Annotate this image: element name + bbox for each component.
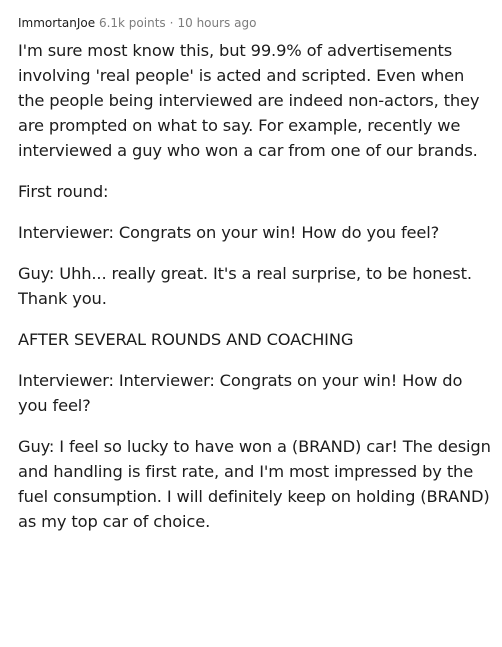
timestamp[interactable]: 10 hours ago bbox=[177, 16, 256, 30]
points-count: 6.1k points bbox=[98, 16, 166, 30]
comment: ImmortanJoe 6.1k points · 10 hours ago I'm… bbox=[0, 0, 502, 550]
comment-paragraph: Interviewer: Congrats on your win! How d… bbox=[18, 223, 440, 242]
author-link[interactable]: ImmortanJoe bbox=[18, 16, 95, 30]
comment-paragraph: AFTER SEVERAL ROUNDS AND COACHING bbox=[18, 330, 354, 349]
comment-paragraph: Guy: I feel so lucky to have won a (BRAN… bbox=[18, 437, 491, 531]
comment-paragraph: Interviewer: Interviewer: Congrats on yo… bbox=[18, 371, 463, 415]
meta-separator: · bbox=[169, 16, 174, 30]
comment-paragraph: First round: bbox=[18, 182, 109, 201]
comment-paragraph: Guy: Uhh... really great. It's a real su… bbox=[18, 264, 472, 308]
comment-paragraph: I'm sure most know this, but 99.9% of ad… bbox=[18, 41, 480, 160]
comment-meta: ImmortanJoe 6.1k points · 10 hours ago bbox=[18, 14, 494, 32]
comment-body: I'm sure most know this, but 99.9% of ad… bbox=[18, 38, 494, 534]
